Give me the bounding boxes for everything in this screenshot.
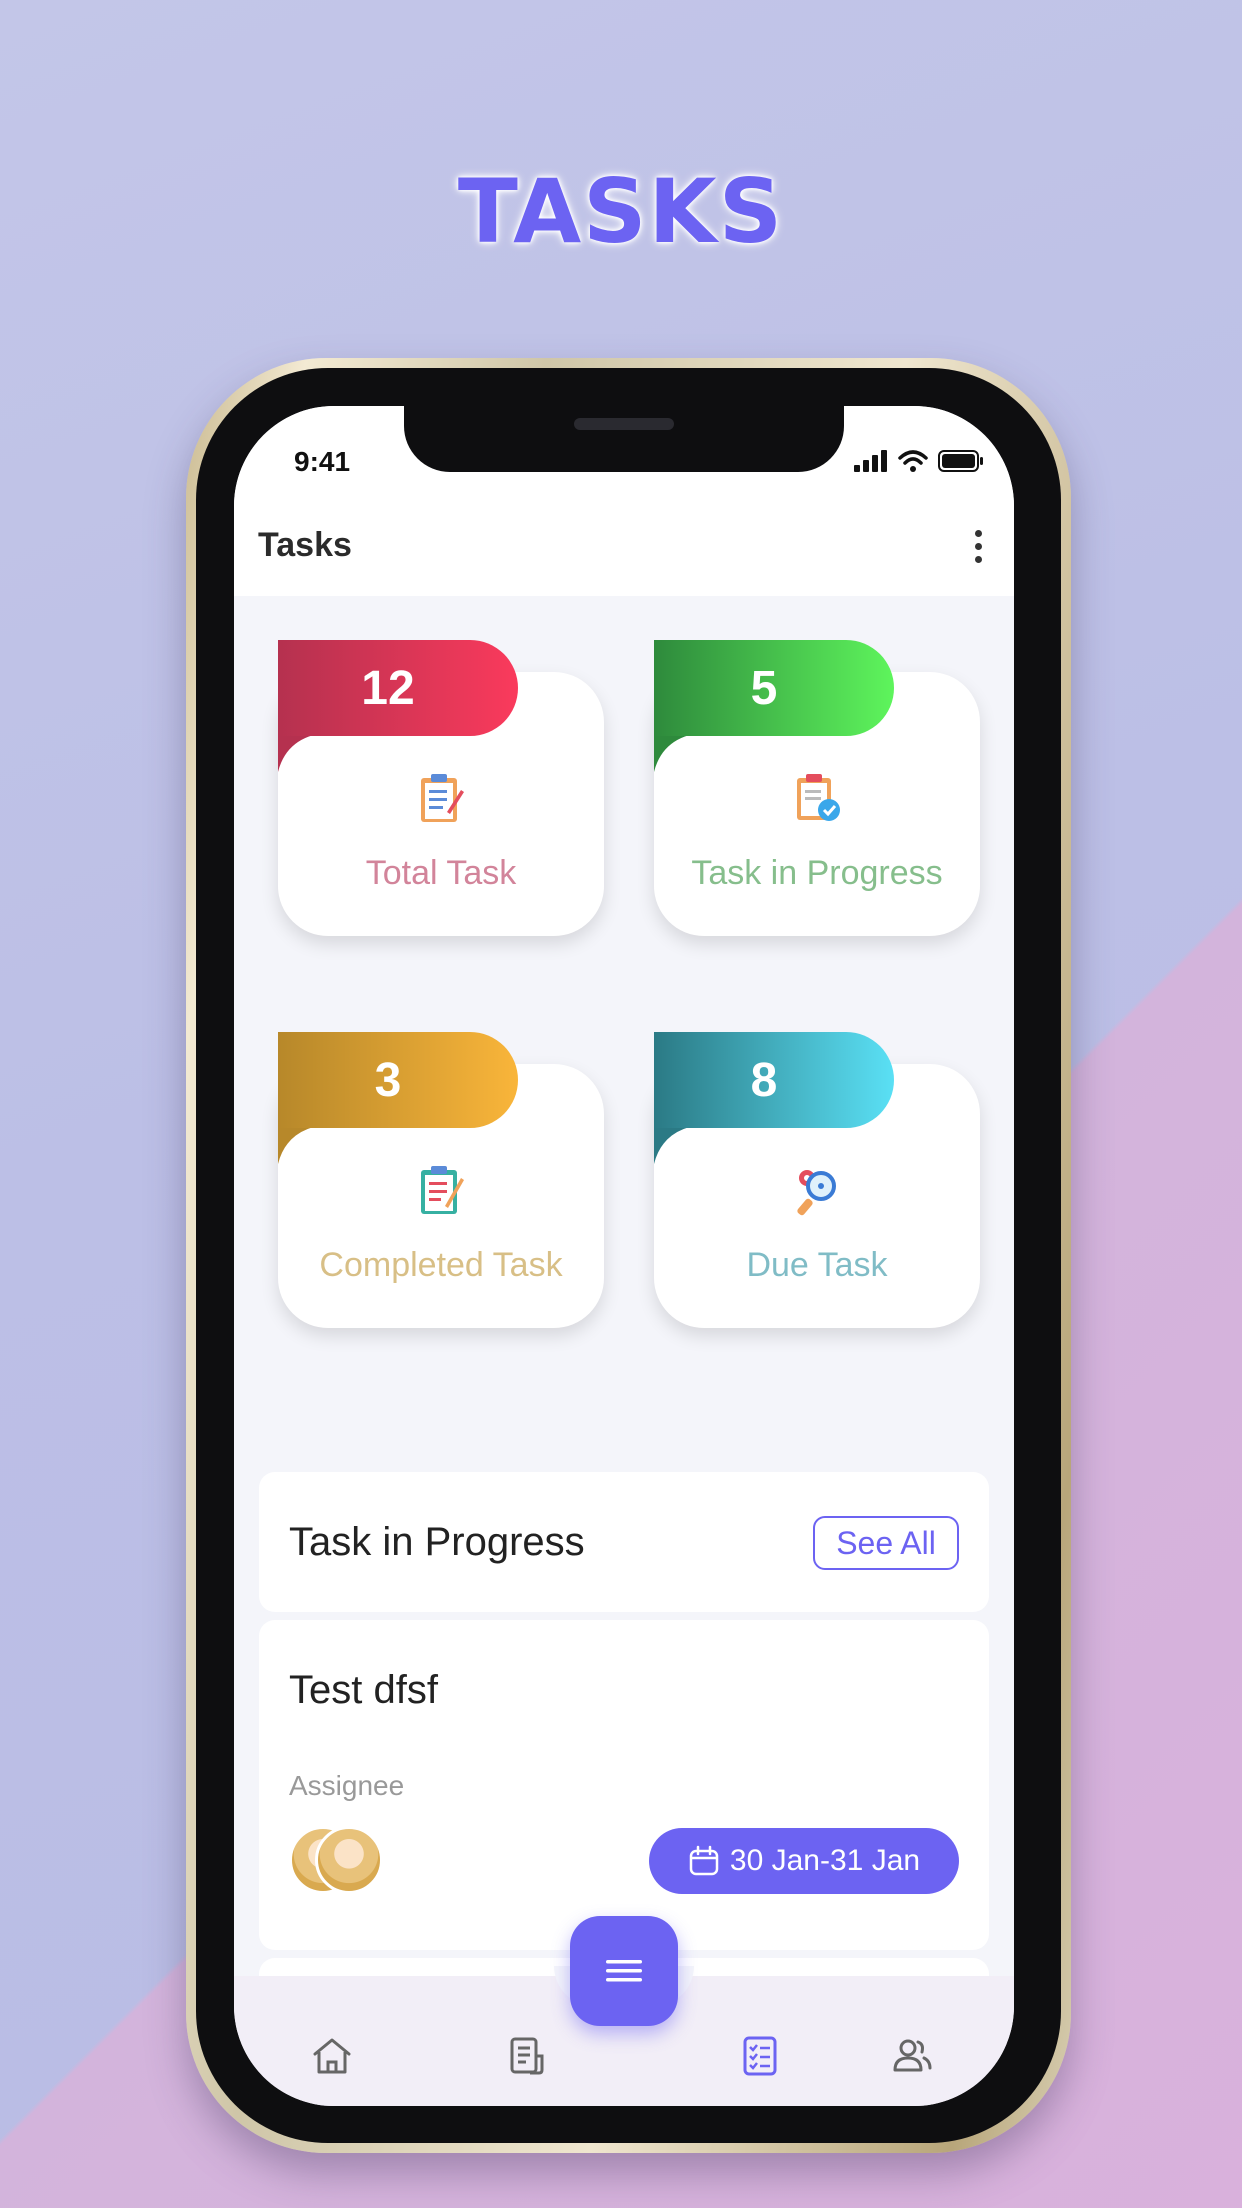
status-time: 9:41 [294,446,351,477]
menu-fab-button[interactable] [570,1916,678,2026]
clipboard-completed-icon [421,1166,464,1214]
phone-notch [404,406,844,472]
stat-label: Due Task [746,1246,888,1284]
app-bar: Tasks [234,496,1014,596]
stat-label: Total Task [365,854,517,892]
stat-tab-curve [654,732,714,772]
assignee-avatars [289,1826,385,1896]
stat-tab-curve [654,1124,714,1164]
promo-title: TASKS [457,160,785,263]
task-card[interactable]: Test dfsf Assignee 30 Jan-31 Jan [259,1620,989,1950]
calendar-icon [689,1845,719,1876]
document-icon[interactable] [504,2034,548,2078]
users-icon[interactable] [890,2034,934,2078]
date-range-badge[interactable]: 30 Jan-31 Jan [649,1828,959,1894]
stat-tab-curve [278,732,338,772]
page-title: Tasks [258,526,352,564]
stat-count-badge: 8 [654,1032,894,1128]
more-options-icon[interactable] [972,530,984,570]
stat-count-badge: 5 [654,640,894,736]
stat-count-badge: 3 [278,1032,518,1128]
home-icon[interactable] [310,2034,354,2078]
stat-label: Task in Progress [691,854,943,892]
task-title: Test dfsf [289,1668,438,1712]
signal-icon [854,450,887,472]
clipboard-progress-icon [797,774,840,821]
speaker-grille [574,418,674,430]
phone-screen: 9:41 Tasks Total Task 12 Task in Progres… [234,406,1014,2106]
wifi-icon [898,450,928,472]
stat-tab-curve [278,1124,338,1164]
assignee-label: Assignee [289,1770,405,1801]
avatar [315,1826,383,1894]
clipboard-checklist-icon [421,774,464,822]
tasks-icon[interactable] [738,2034,782,2078]
stat-label: Completed Task [319,1246,563,1284]
see-all-button[interactable]: See All [813,1516,959,1570]
battery-icon [938,450,983,472]
status-icons [854,450,984,472]
progress-section-header: Task in Progress See All [259,1472,989,1612]
stat-count-badge: 12 [278,640,518,736]
search-gear-icon [797,1170,836,1216]
section-title: Task in Progress [289,1520,585,1564]
menu-icon [606,1960,642,1982]
date-range-text: 30 Jan-31 Jan [729,1844,921,1877]
